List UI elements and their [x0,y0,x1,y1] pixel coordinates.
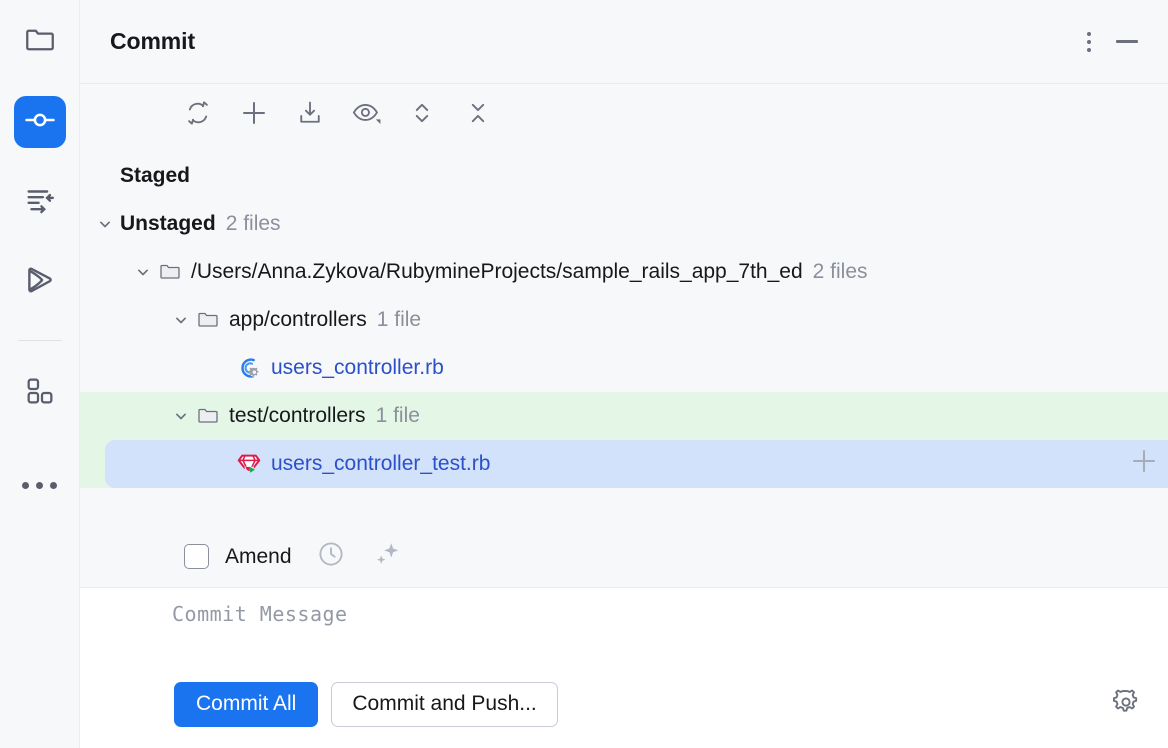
chevron-down-icon[interactable] [80,262,158,282]
sidebar-item-plugins[interactable] [14,367,66,419]
chevron-down-icon[interactable] [80,214,120,234]
selected-row-wrapper: users_controller_test.rb [80,440,1168,488]
tree-node-staged[interactable]: Staged [80,152,1168,200]
minimize-button[interactable] [1108,23,1146,61]
folder-count: 1 file [377,308,421,332]
add-file-button[interactable] [236,97,272,133]
sidebar-item-pull-requests[interactable] [14,176,66,228]
page-title: Commit [110,28,195,55]
show-diff-preview-button[interactable] [348,97,384,133]
commit-settings-button[interactable] [1106,684,1146,724]
more-dots-icon [22,482,29,489]
folder-count: 1 file [376,404,420,428]
chevron-down-icon[interactable] [80,406,196,426]
panel-options-button[interactable] [1070,23,1108,61]
staged-label: Staged [120,164,190,188]
amend-bar: Amend [80,526,1168,588]
commit-footer: Commit All Commit and Push... [80,660,1168,748]
commit-history-button[interactable] [314,540,348,574]
commit-message-area[interactable]: Commit Message [80,588,1168,660]
folder-icon [23,23,57,62]
refresh-changes-button[interactable] [180,97,216,133]
sidebar-item-run[interactable] [14,256,66,308]
eye-icon [351,98,381,133]
project-root-count: 2 files [813,260,868,284]
download-icon [296,99,324,132]
project-root-label: /Users/Anna.Zykova/RubymineProjects/samp… [191,260,803,284]
minimize-icon [1116,40,1138,43]
tree-node-file-users-controller-test[interactable]: users_controller_test.rb [105,440,1168,488]
gear-icon [1111,687,1141,722]
folder-label: test/controllers [229,404,366,428]
commit-and-push-button[interactable]: Commit and Push... [331,682,557,727]
commit-panel: Commit [80,0,1168,748]
tree-node-folder-app-controllers[interactable]: app/controllers 1 file [80,296,1168,344]
more-dots-icon [50,482,57,489]
vertical-dots-icon [1087,32,1091,52]
folder-icon [158,260,182,284]
sidebar-item-project-files[interactable] [14,16,66,68]
chevron-down-icon[interactable] [80,310,196,330]
commit-message-input[interactable]: Commit Message [172,602,1168,626]
changes-tree[interactable]: Staged Unstaged 2 files [80,146,1168,526]
refresh-icon [184,99,212,132]
folder-label: app/controllers [229,308,367,332]
sparkle-icon [372,539,402,574]
sidebar-item-commit[interactable] [14,96,66,148]
commit-icon [23,103,57,142]
stage-file-button[interactable] [1128,445,1160,483]
commit-toolbar [80,84,1168,146]
file-label: users_controller_test.rb [271,452,490,476]
sidebar-item-more[interactable] [22,465,57,505]
file-label: users_controller.rb [271,356,444,380]
pull-request-icon [23,183,57,222]
tree-node-unstaged[interactable]: Unstaged 2 files [80,200,1168,248]
commit-all-button[interactable]: Commit All [174,682,318,727]
tree-node-project-root[interactable]: /Users/Anna.Zykova/RubymineProjects/samp… [80,248,1168,296]
collapse-icon [464,99,492,132]
left-tool-strip [0,0,80,748]
more-dots-icon [36,482,43,489]
plugins-icon [24,375,56,412]
sidebar-divider [18,340,62,341]
unstaged-label: Unstaged [120,212,216,236]
ai-generate-message-button[interactable] [370,540,404,574]
run-icon [23,263,57,302]
ruby-controller-icon [235,354,263,382]
stash-changes-button[interactable] [292,97,328,133]
collapse-all-button[interactable] [460,97,496,133]
plus-icon [239,98,269,133]
amend-label: Amend [225,545,292,569]
ruby-gem-run-icon [235,450,263,478]
commit-tool-window: Commit [0,0,1168,748]
amend-checkbox[interactable] [184,544,209,569]
unstaged-count: 2 files [226,212,281,236]
tree-node-file-users-controller[interactable]: users_controller.rb [80,344,1168,392]
expand-all-button[interactable] [404,97,440,133]
panel-header: Commit [80,0,1168,84]
folder-icon [196,308,220,332]
expand-icon [408,99,436,132]
folder-icon [196,404,220,428]
tree-node-folder-test-controllers[interactable]: test/controllers 1 file [80,392,1168,440]
clock-icon [316,539,346,574]
